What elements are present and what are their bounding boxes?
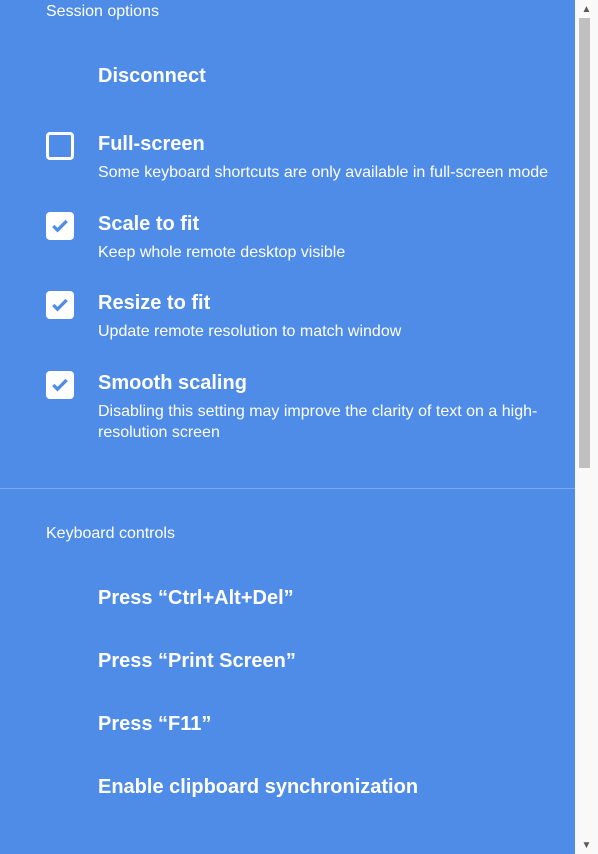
resize-desc: Update remote resolution to match window bbox=[98, 321, 555, 343]
scale-checkbox[interactable] bbox=[46, 212, 74, 240]
session-panel: Session options Disconnect Full-screen S… bbox=[0, 0, 575, 854]
smooth-checkbox[interactable] bbox=[46, 371, 74, 399]
scale-option: Scale to fit Keep whole remote desktop v… bbox=[0, 198, 575, 264]
check-icon bbox=[50, 295, 70, 315]
smooth-title[interactable]: Smooth scaling bbox=[98, 371, 555, 395]
check-icon bbox=[50, 375, 70, 395]
smooth-option: Smooth scaling Disabling this setting ma… bbox=[0, 357, 575, 444]
press-print-screen-button[interactable]: Press “Print Screen” bbox=[0, 650, 575, 673]
disconnect-button[interactable]: Disconnect bbox=[0, 65, 575, 88]
check-icon bbox=[50, 216, 70, 236]
resize-option: Resize to fit Update remote resolution t… bbox=[0, 277, 575, 343]
enable-clipboard-button[interactable]: Enable clipboard synchronization bbox=[0, 776, 575, 799]
fullscreen-option: Full-screen Some keyboard shortcuts are … bbox=[0, 118, 575, 184]
fullscreen-title[interactable]: Full-screen bbox=[98, 132, 555, 156]
session-options-section: Session options Disconnect Full-screen S… bbox=[0, 3, 575, 468]
scroll-thumb[interactable] bbox=[579, 18, 590, 468]
scale-content: Scale to fit Keep whole remote desktop v… bbox=[98, 212, 555, 264]
scroll-track[interactable] bbox=[575, 18, 598, 836]
keyboard-controls-section: Keyboard controls Press “Ctrl+Alt+Del” P… bbox=[0, 525, 575, 823]
press-f11-button[interactable]: Press “F11” bbox=[0, 713, 575, 736]
fullscreen-content: Full-screen Some keyboard shortcuts are … bbox=[98, 132, 555, 184]
smooth-desc: Disabling this setting may improve the c… bbox=[98, 401, 555, 444]
session-options-header: Session options bbox=[0, 3, 575, 21]
smooth-content: Smooth scaling Disabling this setting ma… bbox=[98, 371, 555, 444]
press-ctrl-alt-del-button[interactable]: Press “Ctrl+Alt+Del” bbox=[0, 587, 575, 610]
scroll-up-arrow-icon[interactable]: ▲ bbox=[575, 0, 598, 18]
keyboard-controls-header: Keyboard controls bbox=[0, 525, 575, 543]
scrollbar[interactable]: ▲ ▼ bbox=[575, 0, 598, 854]
scale-title[interactable]: Scale to fit bbox=[98, 212, 555, 236]
section-divider bbox=[0, 488, 575, 489]
scale-desc: Keep whole remote desktop visible bbox=[98, 242, 555, 264]
resize-checkbox[interactable] bbox=[46, 291, 74, 319]
resize-content: Resize to fit Update remote resolution t… bbox=[98, 291, 555, 343]
fullscreen-desc: Some keyboard shortcuts are only availab… bbox=[98, 162, 555, 184]
scroll-down-arrow-icon[interactable]: ▼ bbox=[575, 836, 598, 854]
fullscreen-checkbox[interactable] bbox=[46, 132, 74, 160]
resize-title[interactable]: Resize to fit bbox=[98, 291, 555, 315]
